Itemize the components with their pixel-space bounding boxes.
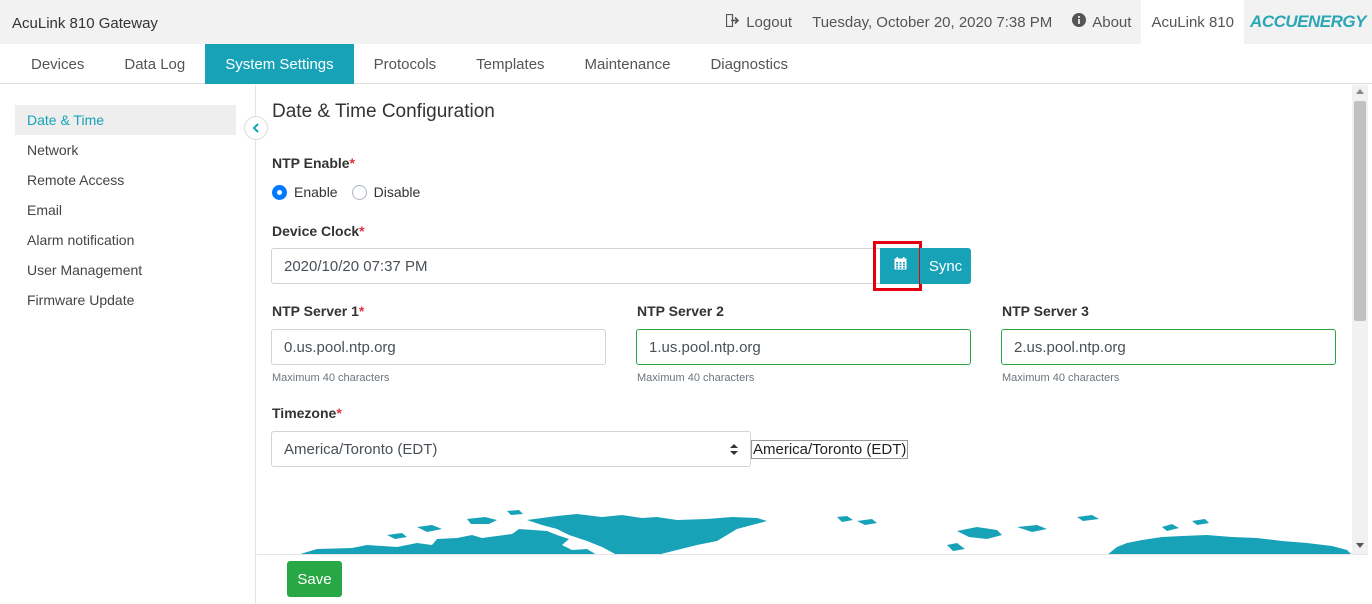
chevron-left-icon [252,122,260,135]
timezone-display: America/Toronto (EDT) [751,440,909,459]
ntp-server-2-label: NTP Server 2 [637,303,724,319]
device-name: AcuLink 810 [1141,0,1244,44]
tab-maintenance[interactable]: Maintenance [565,44,691,84]
about-label: About [1092,13,1132,31]
ntp-disable-option-label: Disable [373,184,421,200]
current-datetime: Tuesday, October 20, 2020 7:38 PM [812,13,1053,31]
tab-data-log[interactable]: Data Log [104,44,205,84]
top-bar: AcuLink 810 Gateway Logout Tuesday, Octo… [0,0,1372,44]
main-scrollbar[interactable] [1352,85,1368,554]
ntp-server-3-input[interactable]: 2.us.pool.ntp.org [1001,329,1336,365]
tab-templates[interactable]: Templates [456,44,564,84]
ntp-enable-option-label: Enable [294,184,338,200]
app-title: AcuLink 810 Gateway [12,15,158,32]
select-arrows-icon [730,443,738,455]
world-map[interactable] [257,505,1352,554]
sidebar-list: Date & Time Network Remote Access Email … [15,105,236,315]
tab-protocols[interactable]: Protocols [354,44,457,84]
scroll-up-arrow-icon[interactable] [1356,89,1364,94]
sidebar-item-user-management[interactable]: User Management [15,255,236,285]
main-content: Date & Time Configuration NTP Enable* En… [257,85,1352,554]
ntp-server-1-input[interactable]: 0.us.pool.ntp.org [271,329,606,365]
scroll-down-arrow-icon[interactable] [1356,543,1364,548]
logout-icon [726,13,740,31]
device-clock-input[interactable]: 2020/10/20 07:37 PM [271,248,881,284]
tab-system-settings[interactable]: System Settings [205,44,354,84]
logout-link[interactable]: Logout [716,13,802,31]
info-icon [1072,13,1087,31]
main-nav: Devices Data Log System Settings Protoco… [0,44,1372,84]
timezone-select[interactable]: America/Toronto (EDT) [271,431,751,467]
about-link[interactable]: About [1062,13,1141,31]
save-button[interactable]: Save [287,561,342,597]
ntp-server-2-hint: Maximum 40 characters [637,372,755,384]
world-map-landmass [300,510,1351,554]
logout-label: Logout [746,13,793,31]
ntp-server-3-label: NTP Server 3 [1002,303,1089,319]
top-right-group: Logout Tuesday, October 20, 2020 7:38 PM… [716,0,1372,44]
sidebar-item-remote-access[interactable]: Remote Access [15,165,236,195]
page-title: Date & Time Configuration [272,101,495,122]
ntp-server-3-hint: Maximum 40 characters [1002,372,1120,384]
sync-button[interactable]: Sync [920,248,971,284]
tab-diagnostics[interactable]: Diagnostics [690,44,808,84]
sidebar-collapse-button[interactable] [244,116,268,140]
sidebar-item-alarm-notification[interactable]: Alarm notification [15,225,236,255]
ntp-server-1-label: NTP Server 1* [272,303,365,319]
sidebar-item-email[interactable]: Email [15,195,236,225]
ntp-disable-radio[interactable] [351,184,367,200]
sidebar-item-date-time[interactable]: Date & Time [15,105,236,135]
device-clock-label: Device Clock* [272,223,365,239]
timezone-label: Timezone* [272,405,342,421]
timezone-selected-value: America/Toronto (EDT) [284,440,438,458]
ntp-server-2-input[interactable]: 1.us.pool.ntp.org [636,329,971,365]
ntp-enable-radio-group: Enable Disable [272,184,434,200]
sidebar-item-network[interactable]: Network [15,135,236,165]
ntp-enable-radio[interactable] [272,184,287,200]
ntp-enable-label: NTP Enable* [272,155,355,171]
tab-devices[interactable]: Devices [0,44,104,84]
sidebar-item-firmware-update[interactable]: Firmware Update [15,285,236,315]
brand-logo: ACCUENERGY [1244,0,1372,44]
form-footer: Save [257,554,1368,604]
settings-sidebar: Date & Time Network Remote Access Email … [0,85,256,604]
ntp-server-1-hint: Maximum 40 characters [272,372,390,384]
highlight-box [873,241,922,291]
scroll-thumb[interactable] [1354,101,1366,321]
